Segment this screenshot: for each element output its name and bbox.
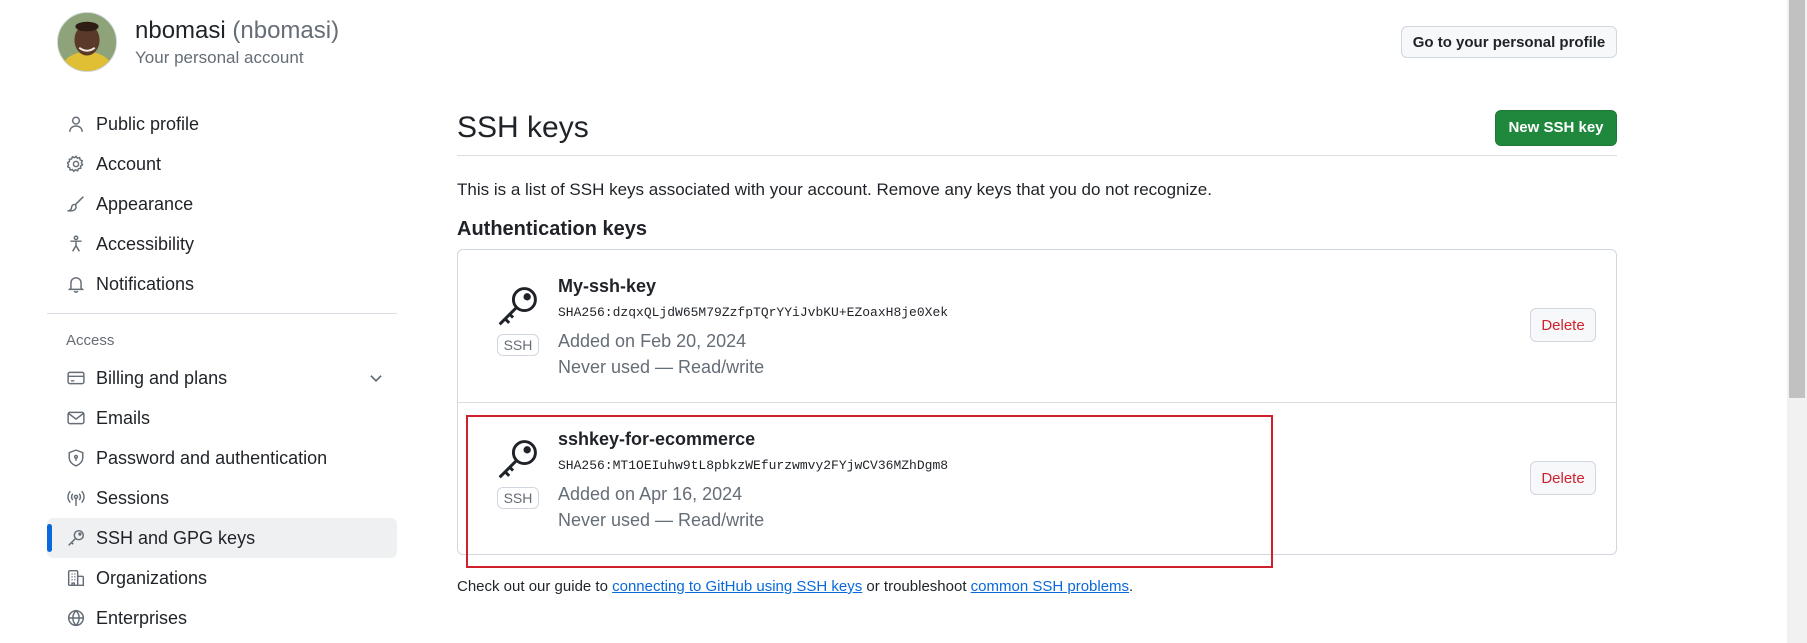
sidebar-heading-access: Access bbox=[66, 332, 115, 349]
sidebar-item-enterprises[interactable]: Enterprises bbox=[47, 598, 397, 638]
key-usage: Never used — Read/write bbox=[558, 510, 765, 530]
sidebar-item-sessions[interactable]: Sessions bbox=[47, 478, 397, 518]
key-info: sshkey-for-ecommerce SHA256:MT1OEIuhw9tL… bbox=[558, 429, 948, 533]
page-title: SSH keys bbox=[457, 110, 589, 144]
account-login: (nbomasi) bbox=[232, 17, 340, 44]
footer-prefix: Check out our guide to bbox=[457, 578, 613, 595]
page-header: SSH keys New SSH key bbox=[457, 100, 1617, 156]
sidebar-item-public-profile[interactable]: Public profile bbox=[47, 104, 397, 144]
mail-icon bbox=[66, 408, 86, 428]
bell-icon bbox=[66, 274, 86, 294]
main-content: SSH keys New SSH key This is a list of S… bbox=[457, 100, 1617, 555]
account-display-name: nbomasi bbox=[135, 17, 226, 44]
key-fingerprint: SHA256:dzqxQLjdW65M79ZzfpTQrYYiJvbKU+EZo… bbox=[558, 305, 949, 320]
broadcast-icon bbox=[66, 488, 86, 508]
key-icon-wrap: SSH bbox=[496, 437, 540, 509]
avatar-image bbox=[58, 13, 116, 71]
go-to-profile-button[interactable]: Go to your personal profile bbox=[1401, 26, 1617, 58]
account-subtitle: Your personal account bbox=[135, 48, 304, 67]
key-icon bbox=[66, 528, 86, 548]
person-icon bbox=[66, 114, 86, 134]
ssh-badge: SSH bbox=[496, 487, 540, 509]
footer-middle: or troubleshoot bbox=[862, 578, 971, 595]
globe-icon bbox=[66, 608, 86, 628]
ssh-key-row: SSH My-ssh-key SHA256:dzqxQLjdW65M79Zzfp… bbox=[458, 250, 1616, 402]
sidebar-item-label: Enterprises bbox=[96, 607, 188, 628]
key-icon-wrap: SSH bbox=[496, 284, 540, 356]
sidebar-item-label: Emails bbox=[96, 407, 151, 428]
sidebar-item-label: Appearance bbox=[96, 193, 194, 214]
sidebar-item-label: Account bbox=[96, 153, 162, 174]
new-ssh-key-button[interactable]: New SSH key bbox=[1495, 109, 1617, 146]
key-added-date: Added on Feb 20, 2024 bbox=[558, 331, 747, 351]
sidebar-item-label: Public profile bbox=[96, 113, 200, 134]
key-icon bbox=[498, 440, 537, 479]
key-usage: Never used — Read/write bbox=[558, 357, 765, 377]
key-title: sshkey-for-ecommerce bbox=[558, 429, 756, 449]
key-added-date: Added on Apr 16, 2024 bbox=[558, 484, 743, 504]
gear-icon bbox=[66, 154, 86, 174]
sidebar-item-billing[interactable]: Billing and plans bbox=[47, 358, 397, 398]
ssh-badge: SSH bbox=[496, 334, 540, 356]
avatar[interactable] bbox=[57, 12, 117, 72]
shield-icon bbox=[66, 448, 86, 468]
ssh-troubleshoot-link[interactable]: common SSH problems bbox=[971, 578, 1129, 595]
sidebar-item-ssh-gpg-keys[interactable]: SSH and GPG keys bbox=[47, 518, 397, 558]
sidebar-item-label: SSH and GPG keys bbox=[96, 527, 256, 548]
chevron-down-icon[interactable] bbox=[367, 369, 385, 387]
paintbrush-icon bbox=[66, 194, 86, 214]
sidebar-item-label: Accessibility bbox=[96, 233, 195, 254]
key-fingerprint: SHA256:MT1OEIuhw9tL8pbkzWEfurzwmvy2FYjwC… bbox=[558, 458, 949, 473]
footer-suffix: . bbox=[1129, 578, 1134, 595]
key-info: My-ssh-key SHA256:dzqxQLjdW65M79ZzfpTQrY… bbox=[558, 276, 948, 380]
accessibility-icon bbox=[66, 234, 86, 254]
sidebar-item-appearance[interactable]: Appearance bbox=[47, 184, 397, 224]
ssh-guide-link[interactable]: connecting to GitHub using SSH keys bbox=[612, 578, 862, 595]
sidebar-item-label: Password and authentication bbox=[96, 447, 328, 468]
sidebar-divider bbox=[47, 313, 397, 314]
credit-card-icon bbox=[66, 368, 86, 388]
ssh-key-row: SSH sshkey-for-ecommerce SHA256:MT1OEIuh… bbox=[458, 402, 1616, 554]
settings-sidebar: Public profile Account Appearance Access… bbox=[47, 104, 397, 638]
sidebar-item-label: Billing and plans bbox=[96, 367, 228, 388]
organization-icon bbox=[66, 568, 86, 588]
sidebar-item-emails[interactable]: Emails bbox=[47, 398, 397, 438]
scrollbar-thumb[interactable] bbox=[1789, 0, 1805, 398]
account-name: nbomasi (nbomasi) bbox=[135, 16, 339, 46]
key-icon bbox=[498, 287, 537, 326]
footer-note: Check out our guide to connecting to Git… bbox=[457, 578, 1133, 595]
sidebar-item-label: Organizations bbox=[96, 567, 208, 588]
sidebar-item-organizations[interactable]: Organizations bbox=[47, 558, 397, 598]
delete-key-button[interactable]: Delete bbox=[1530, 461, 1596, 495]
ssh-key-list: SSH My-ssh-key SHA256:dzqxQLjdW65M79Zzfp… bbox=[457, 249, 1617, 555]
sidebar-item-password[interactable]: Password and authentication bbox=[47, 438, 397, 478]
key-title: My-ssh-key bbox=[558, 276, 657, 296]
delete-key-button[interactable]: Delete bbox=[1530, 308, 1596, 342]
sidebar-item-label: Sessions bbox=[96, 487, 170, 508]
sidebar-item-account[interactable]: Account bbox=[47, 144, 397, 184]
sidebar-item-accessibility[interactable]: Accessibility bbox=[47, 224, 397, 264]
intro-text: This is a list of SSH keys associated wi… bbox=[457, 180, 1212, 199]
account-header: nbomasi (nbomasi) Your personal account bbox=[57, 12, 339, 72]
sidebar-item-label: Notifications bbox=[96, 273, 195, 294]
section-title: Authentication keys bbox=[457, 218, 648, 240]
sidebar-item-notifications[interactable]: Notifications bbox=[47, 264, 397, 304]
